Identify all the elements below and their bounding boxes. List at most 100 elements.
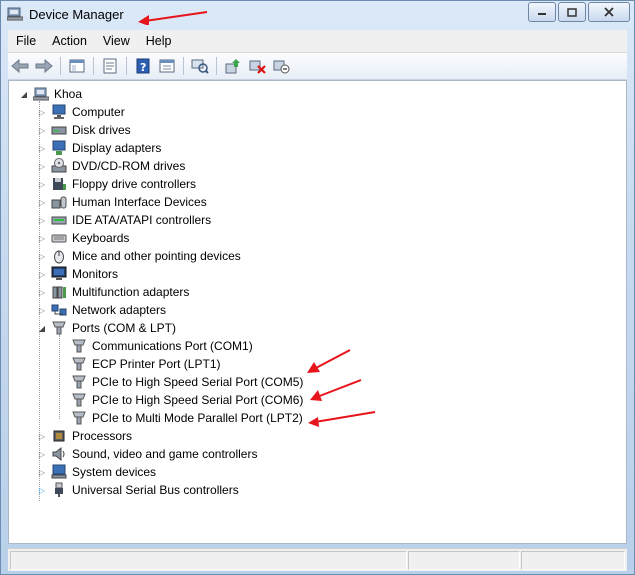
expand-arrow-icon[interactable]: ▷ (37, 103, 47, 121)
status-panel (521, 551, 625, 570)
tree-category-label: Disk drives (72, 123, 131, 137)
menu-action[interactable]: Action (44, 34, 95, 48)
show-hide-console-tree-button[interactable] (66, 55, 88, 77)
device-tree[interactable]: ◢ Khoa ▷ Computer ▷ Disk drives ▷ Display ada… (8, 80, 627, 544)
tree-category-keyboards[interactable]: ▷ Keyboards (37, 229, 129, 247)
tree-device-item[interactable]: PCIe to High Speed Serial Port (COM6) (71, 391, 303, 409)
computer-icon (51, 104, 67, 120)
toolbar-separator (126, 57, 127, 75)
menu-file[interactable]: File (8, 34, 44, 48)
tree-category-monitors[interactable]: ▷ Monitors (37, 265, 118, 283)
port-device-icon (71, 410, 87, 426)
port-icon (51, 320, 67, 336)
keyboard-icon (51, 230, 67, 246)
status-bar (8, 548, 627, 571)
tree-category-sound-video-and-game-controllers[interactable]: ▷ Sound, video and game controllers (37, 445, 257, 463)
expand-arrow-icon[interactable]: ▷ (37, 265, 47, 283)
view-button[interactable] (156, 55, 178, 77)
tree-device-label: Communications Port (COM1) (92, 339, 253, 353)
expand-arrow-icon[interactable]: ▷ (37, 445, 47, 463)
ide-controller-icon (51, 212, 67, 228)
tree-device-label: PCIe to High Speed Serial Port (COM5) (92, 375, 304, 389)
expand-arrow-icon[interactable]: ▷ (37, 481, 47, 499)
back-button[interactable] (9, 55, 31, 77)
tree-category-processors[interactable]: ▷ Processors (37, 427, 132, 445)
tree-device-item[interactable]: ECP Printer Port (LPT1) (71, 355, 220, 373)
tree-root[interactable]: ◢ Khoa (19, 85, 82, 103)
tree-category-disk-drives[interactable]: ▷ Disk drives (37, 121, 131, 139)
port-device-icon (71, 338, 87, 354)
menu-view[interactable]: View (95, 34, 138, 48)
network-adapter-icon (51, 302, 67, 318)
expand-arrow-icon[interactable]: ▷ (37, 301, 47, 319)
expand-arrow-icon[interactable]: ▷ (37, 211, 47, 229)
forward-arrow-icon (35, 59, 53, 73)
tree-guide-line (59, 335, 60, 419)
close-button[interactable] (588, 2, 630, 22)
device-manager-window: Device Manager File Action View Help ? ◢… (0, 0, 635, 575)
tree-category-universal-serial-bus-controllers[interactable]: ▷ Universal Serial Bus controllers (37, 481, 239, 499)
usb-icon (51, 482, 67, 498)
expand-arrow-icon[interactable]: ▷ (37, 121, 47, 139)
tree-category-label: DVD/CD-ROM drives (72, 159, 186, 173)
properties-button[interactable] (99, 55, 121, 77)
collapse-arrow-icon[interactable]: ◢ (19, 85, 29, 103)
tree-category-label: Mice and other pointing devices (72, 249, 241, 263)
tree-device-item[interactable]: PCIe to High Speed Serial Port (COM5) (71, 373, 303, 391)
tree-category-label: Universal Serial Bus controllers (72, 483, 239, 497)
expand-arrow-icon[interactable]: ▷ (37, 427, 47, 445)
tree-category-ports-com-lpt[interactable]: ◢ Ports (COM & LPT) (37, 319, 176, 337)
tree-category-label: Multifunction adapters (72, 285, 190, 299)
tree-category-human-interface-devices[interactable]: ▷ Human Interface Devices (37, 193, 207, 211)
tree-category-system-devices[interactable]: ▷ System devices (37, 463, 156, 481)
tree-category-label: Display adapters (72, 141, 162, 155)
title-bar[interactable]: Device Manager (1, 1, 634, 29)
tree-category-network-adapters[interactable]: ▷ Network adapters (37, 301, 166, 319)
tree-device-item[interactable]: PCIe to Multi Mode Parallel Port (LPT2) (71, 409, 303, 427)
collapse-arrow-icon[interactable]: ◢ (37, 319, 47, 337)
tree-category-multifunction-adapters[interactable]: ▷ Multifunction adapters (37, 283, 189, 301)
disable-device-button[interactable] (270, 55, 292, 77)
tree-category-computer[interactable]: ▷ Computer (37, 103, 125, 121)
tree-category-dvd-cd-rom-drives[interactable]: ▷ DVD/CD-ROM drives (37, 157, 185, 175)
tree-category-label: IDE ATA/ATAPI controllers (72, 213, 212, 227)
update-driver-button[interactable] (222, 55, 244, 77)
back-arrow-icon (11, 59, 29, 73)
expand-arrow-icon[interactable]: ▷ (37, 463, 47, 481)
tree-category-ide-ata-atapi-controllers[interactable]: ▷ IDE ATA/ATAPI controllers (37, 211, 211, 229)
expand-arrow-icon[interactable]: ▷ (37, 175, 47, 193)
toolbar: ? (8, 53, 627, 80)
device-manager-icon (6, 7, 24, 21)
floppy-controller-icon (51, 176, 67, 192)
window-controls (528, 2, 630, 22)
expand-arrow-icon[interactable]: ▷ (37, 229, 47, 247)
scan-hardware-button[interactable] (189, 55, 211, 77)
uninstall-icon (249, 60, 266, 74)
toolbar-separator (60, 57, 61, 75)
tree-category-label: Network adapters (72, 303, 167, 317)
minimize-button[interactable] (528, 2, 556, 22)
tree-device-label: ECP Printer Port (LPT1) (92, 357, 221, 371)
system-device-icon (51, 464, 67, 480)
menu-help[interactable]: Help (138, 34, 180, 48)
window-title: Device Manager (29, 7, 124, 22)
maximize-button[interactable] (558, 2, 586, 22)
expand-arrow-icon[interactable]: ▷ (37, 139, 47, 157)
expand-arrow-icon[interactable]: ▷ (37, 157, 47, 175)
tree-root-label: Khoa (54, 87, 83, 101)
view-pane-icon (159, 59, 175, 73)
tree-category-mice-and-other-pointing-devices[interactable]: ▷ Mice and other pointing devices (37, 247, 241, 265)
tree-category-display-adapters[interactable]: ▷ Display adapters (37, 139, 161, 157)
hid-icon (51, 194, 67, 210)
help-button[interactable]: ? (132, 55, 154, 77)
tree-category-floppy-drive-controllers[interactable]: ▷ Floppy drive controllers (37, 175, 196, 193)
status-panel (10, 551, 407, 570)
disk-drive-icon (51, 122, 67, 138)
forward-button[interactable] (33, 55, 55, 77)
expand-arrow-icon[interactable]: ▷ (37, 247, 47, 265)
uninstall-button[interactable] (246, 55, 268, 77)
expand-arrow-icon[interactable]: ▷ (37, 193, 47, 211)
toolbar-separator (216, 57, 217, 75)
expand-arrow-icon[interactable]: ▷ (37, 283, 47, 301)
tree-device-item[interactable]: Communications Port (COM1) (71, 337, 253, 355)
